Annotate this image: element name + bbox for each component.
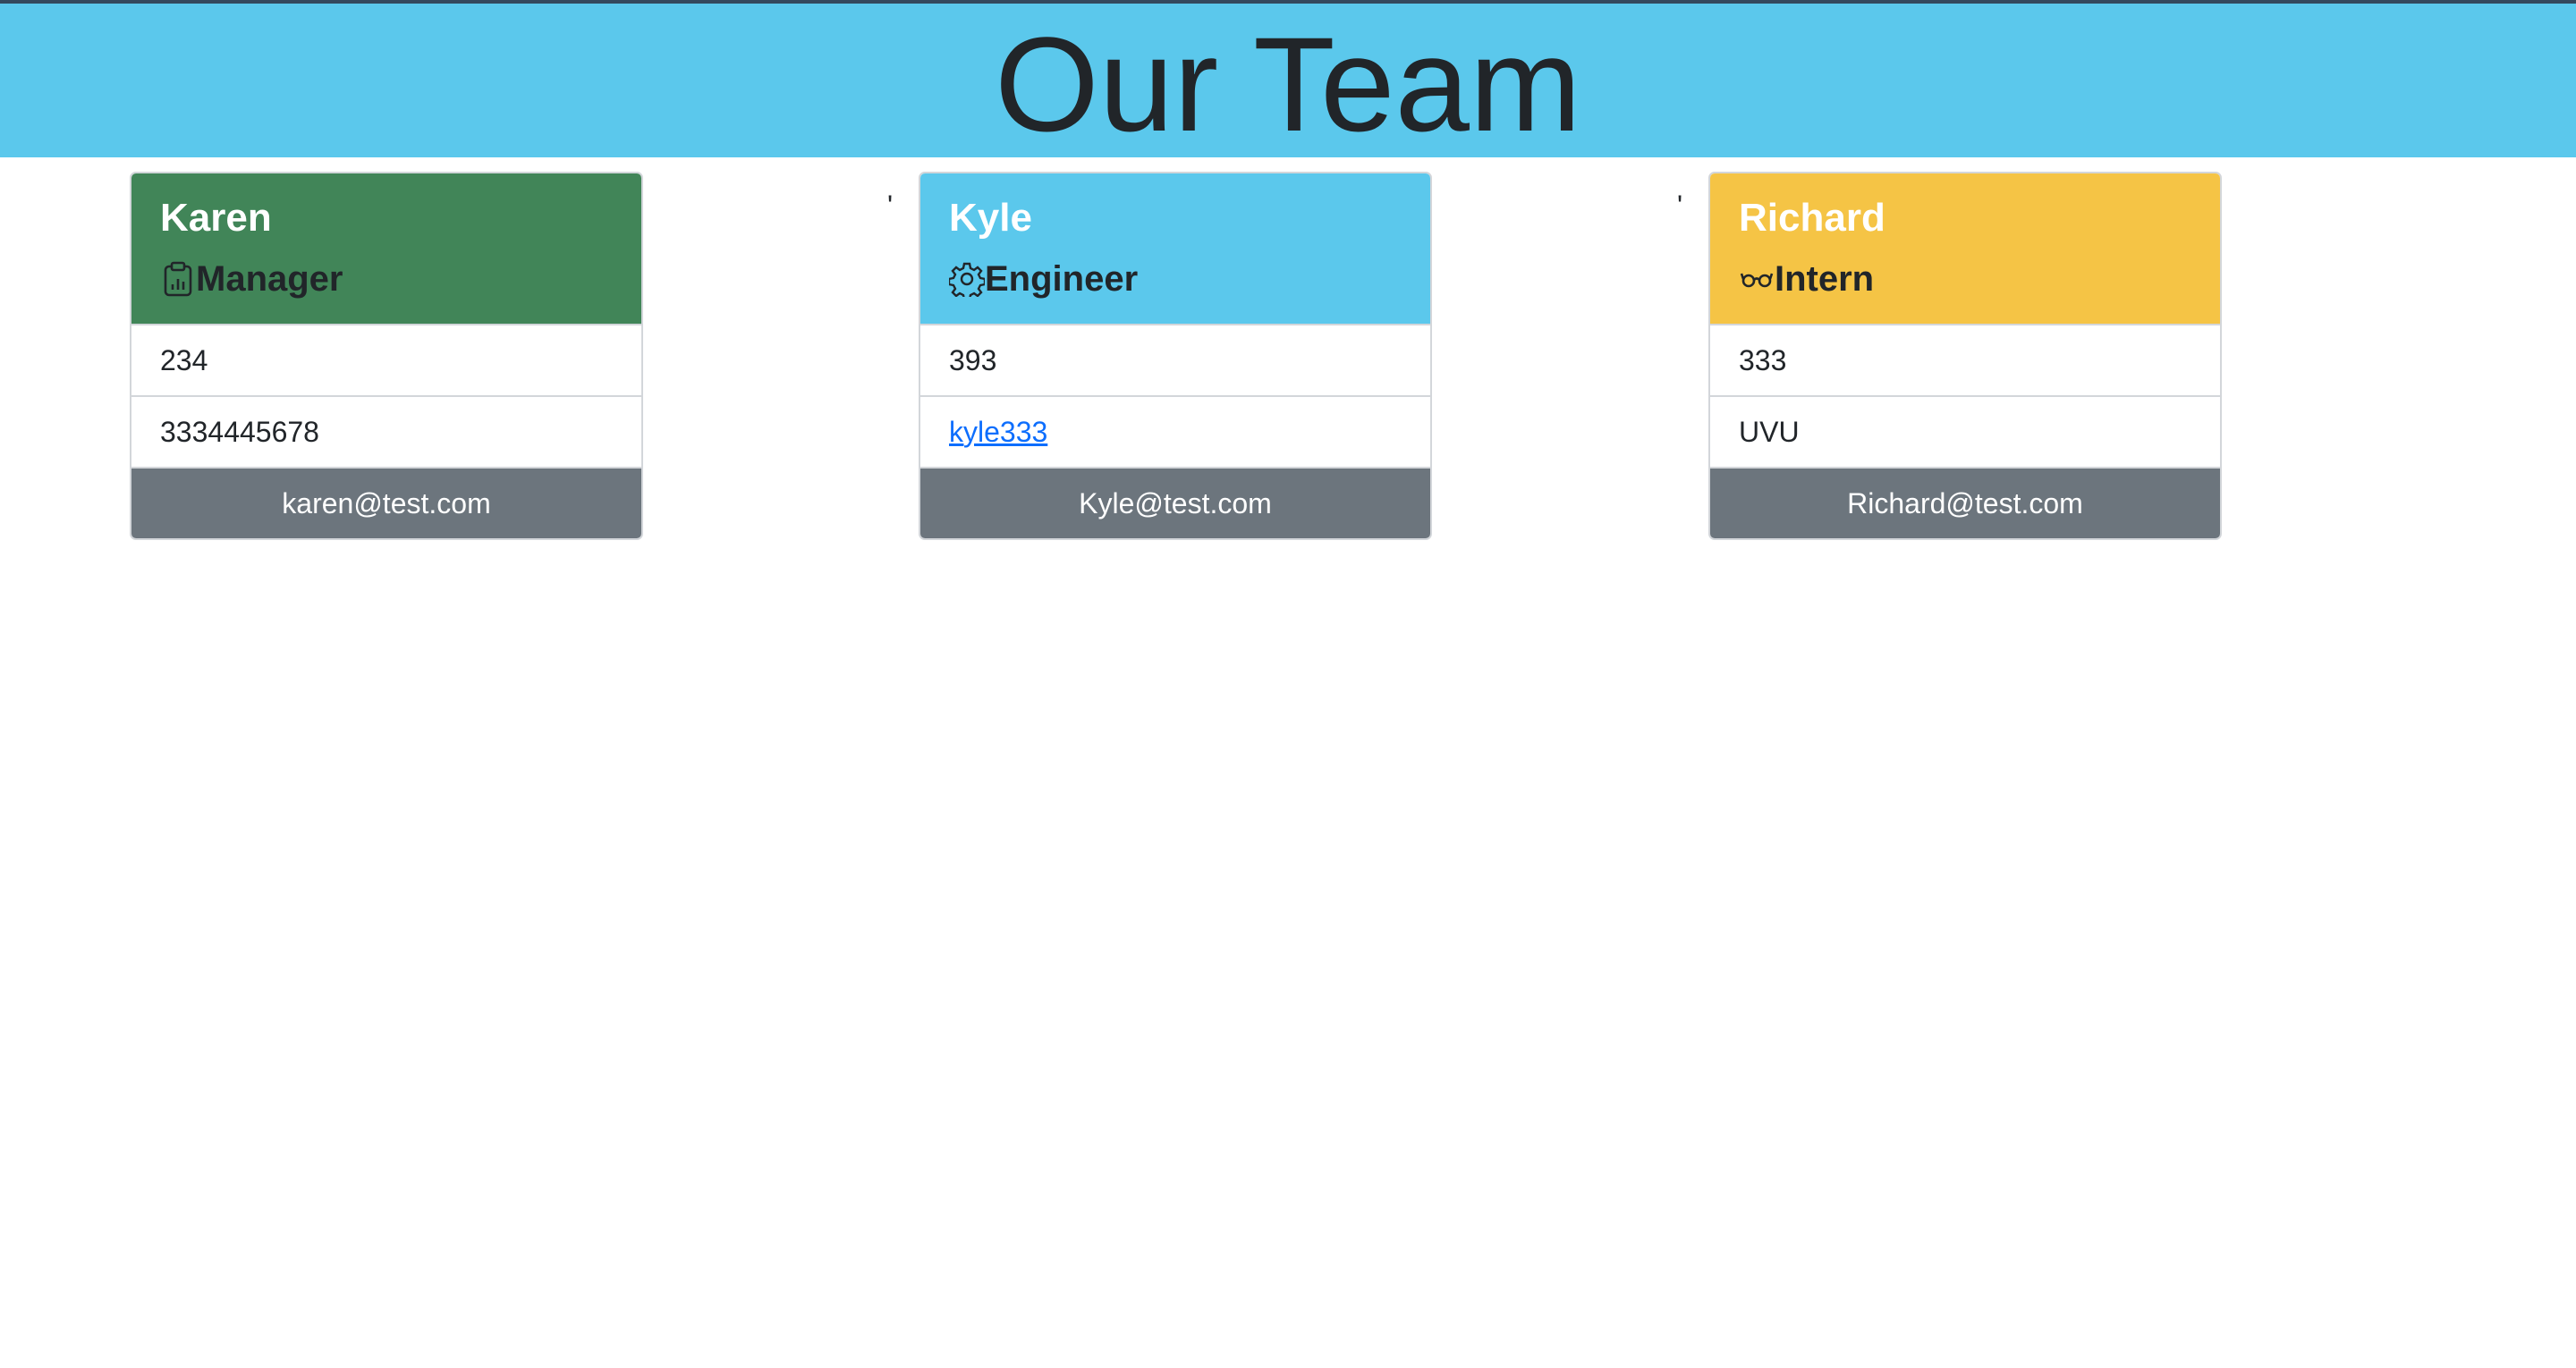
member-id: 393: [920, 325, 1430, 397]
github-link[interactable]: kyle333: [949, 416, 1047, 449]
member-role-label: Engineer: [985, 259, 1139, 299]
card-header: Kyle Engineer: [920, 173, 1430, 325]
member-email[interactable]: karen@test.com: [131, 469, 641, 538]
eyeglasses-icon: [1739, 261, 1775, 297]
member-office-number: 3334445678: [131, 397, 641, 469]
member-email[interactable]: Kyle@test.com: [920, 469, 1430, 538]
card-header: Karen Manager: [131, 173, 641, 325]
member-role-label: Intern: [1775, 259, 1875, 299]
team-card-richard: Richard Intern 333 UVU Richard@test.com: [1708, 172, 2222, 540]
card-header: Richard Intern: [1710, 173, 2220, 325]
member-name: Kyle: [949, 196, 1032, 240]
team-card-karen: Karen Manager 234 3334445678 karen@test.…: [130, 172, 643, 540]
member-email[interactable]: Richard@test.com: [1710, 469, 2220, 538]
member-school: UVU: [1710, 397, 2220, 469]
member-name: Karen: [160, 196, 272, 240]
member-github-item: kyle333: [920, 397, 1430, 469]
separator: ': [887, 190, 894, 222]
member-name: Richard: [1739, 196, 1885, 240]
member-role: Manager: [160, 254, 613, 304]
page-header: Our Team: [0, 4, 2576, 159]
member-id: 333: [1710, 325, 2220, 397]
gear-icon: [949, 261, 985, 297]
page-title: Our Team: [995, 9, 1581, 159]
member-role: Intern: [1739, 254, 2191, 304]
member-id: 234: [131, 325, 641, 397]
member-role-label: Manager: [196, 259, 343, 299]
separator: ': [1677, 190, 1683, 222]
member-role: Engineer: [949, 254, 1402, 304]
clipboard-data-icon: [160, 261, 196, 297]
team-card-kyle: Kyle Engineer 393 kyle333 Kyle@test.com: [919, 172, 1432, 540]
